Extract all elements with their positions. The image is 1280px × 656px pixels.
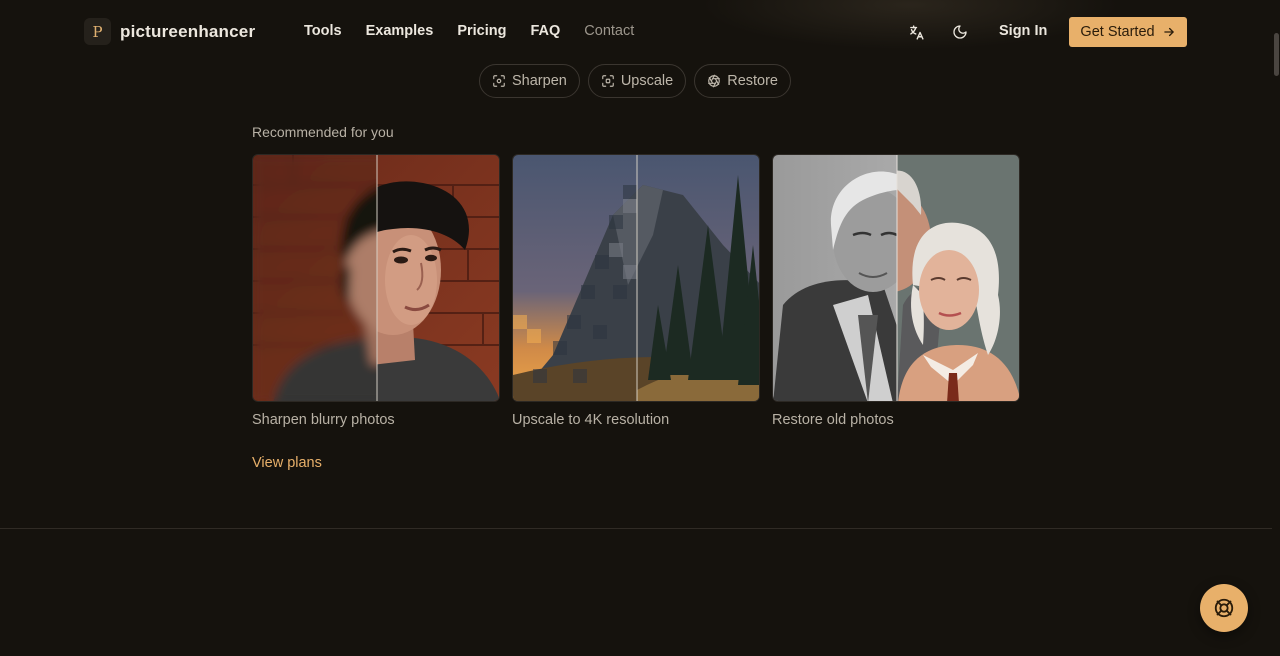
card-upscale[interactable]: Upscale to 4K resolution <box>512 154 760 428</box>
nav-link-contact[interactable]: Contact <box>584 23 634 39</box>
pill-sharpen[interactable]: Sharpen <box>479 64 580 98</box>
pill-upscale-label: Upscale <box>620 73 674 89</box>
nav-link-tools[interactable]: Tools <box>304 23 342 39</box>
sign-in-link[interactable]: Sign In <box>999 23 1047 39</box>
pill-restore-label: Restore <box>727 73 778 89</box>
tool-pills: Sharpen Upscale Restore <box>479 64 791 98</box>
arrow-right-icon <box>1163 27 1174 37</box>
view-plans-link[interactable]: View plans <box>252 455 322 471</box>
card-restore[interactable]: Restore old photos <box>772 154 1020 428</box>
lifebuoy-icon <box>1214 598 1234 618</box>
aperture-icon <box>708 74 721 88</box>
recommended-cards: Sharpen blurry photos Upscale to 4K reso… <box>252 154 1020 428</box>
brand-logo[interactable]: P pictureenhancer <box>84 18 255 45</box>
moon-icon[interactable] <box>950 22 970 42</box>
scrollbar[interactable] <box>1272 0 1280 656</box>
restore-preview-image <box>772 154 1020 402</box>
pill-sharpen-label: Sharpen <box>512 73 567 89</box>
scrollbar-thumb[interactable] <box>1274 33 1279 76</box>
brand-name: pictureenhancer <box>120 21 256 41</box>
card-sharpen-label: Sharpen blurry photos <box>252 412 395 428</box>
scan-icon <box>601 75 614 87</box>
card-upscale-label: Upscale to 4K resolution <box>512 412 670 428</box>
nav-links: Tools Examples Pricing FAQ Contact <box>304 23 634 39</box>
help-button[interactable] <box>1200 584 1248 632</box>
card-restore-label: Restore old photos <box>772 412 894 428</box>
pill-restore[interactable]: Restore <box>694 64 791 98</box>
get-started-label: Get Started <box>1080 24 1155 40</box>
section-divider <box>0 528 1272 529</box>
translate-icon[interactable] <box>906 22 926 42</box>
logo-mark: P <box>84 18 111 45</box>
recommended-title: Recommended for you <box>252 124 394 140</box>
top-navigation: P pictureenhancer Tools Examples Pricing… <box>0 0 1272 64</box>
get-started-button[interactable]: Get Started <box>1069 17 1187 47</box>
nav-link-pricing[interactable]: Pricing <box>457 23 506 39</box>
card-sharpen[interactable]: Sharpen blurry photos <box>252 154 500 428</box>
nav-link-examples[interactable]: Examples <box>366 23 434 39</box>
pill-upscale[interactable]: Upscale <box>587 64 687 98</box>
nav-link-faq[interactable]: FAQ <box>530 23 560 39</box>
focus-icon <box>493 75 505 87</box>
sharpen-preview-image <box>252 154 500 402</box>
upscale-preview-image <box>512 154 760 402</box>
